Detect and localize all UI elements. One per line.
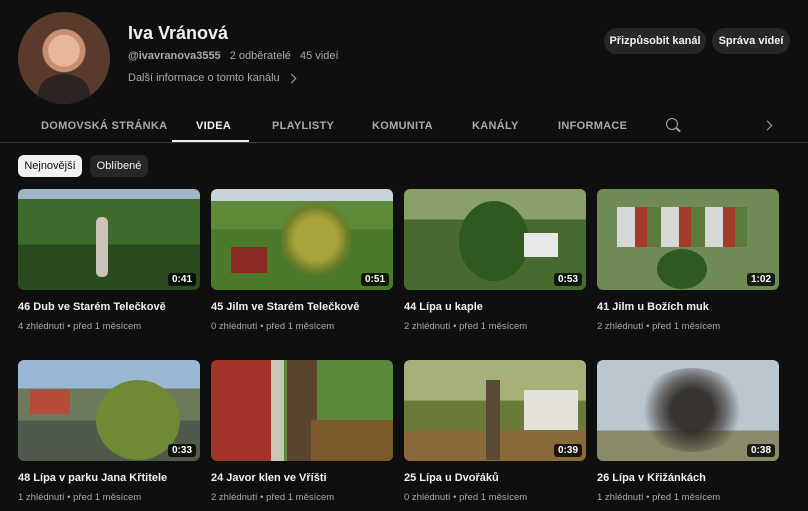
channel-avatar[interactable] — [18, 12, 110, 104]
video-thumbnail[interactable]: 0:44 — [211, 360, 393, 461]
channel-meta: @ivavranova3555 2 odběratelé 45 videí — [128, 50, 345, 62]
tab-home[interactable]: DOMOVSKÁ STRÁNKA — [41, 120, 167, 132]
filter-chip-newest[interactable]: Nejnovější — [18, 155, 82, 177]
video-age: před 1 měsícem — [459, 492, 528, 503]
active-tab-indicator — [172, 140, 249, 142]
video-meta: 1 zhlédnutí • před 1 měsícem — [597, 492, 721, 503]
video-duration: 0:38 — [746, 444, 775, 457]
video-views: 1 zhlédnutí — [18, 492, 65, 503]
video-meta: 0 zhlédnutí • před 1 měsícem — [404, 492, 528, 503]
video-title[interactable]: 44 Lípa u kaple — [404, 301, 586, 313]
video-card[interactable]: 0:33 48 Lípa v parku Jana Křtitele 1 zhl… — [18, 360, 200, 503]
video-age: před 1 měsícem — [266, 321, 335, 332]
subscriber-count: 2 odběratelé — [229, 50, 291, 62]
filter-chip-popular[interactable]: Oblíbené — [90, 155, 148, 177]
video-age: před 1 měsícem — [459, 321, 528, 332]
video-thumbnail[interactable]: 0:39 — [404, 360, 586, 461]
video-age: před 1 měsícem — [73, 492, 142, 503]
video-views: 2 zhlédnutí — [211, 492, 258, 503]
video-duration: 0:53 — [553, 273, 582, 286]
video-thumbnail[interactable]: 0:33 — [18, 360, 200, 461]
video-age: před 1 měsícem — [652, 492, 721, 503]
video-title[interactable]: 45 Jilm ve Starém Telečkově — [211, 301, 393, 313]
customize-channel-button[interactable]: Přizpůsobit kanál — [604, 28, 706, 54]
search-icon[interactable] — [666, 118, 678, 130]
video-title[interactable]: 41 Jilm u Božích muk — [597, 301, 779, 313]
video-thumbnail[interactable]: 0:38 — [597, 360, 779, 461]
video-thumbnail[interactable]: 0:51 — [211, 189, 393, 290]
video-views: 0 zhlédnutí — [404, 492, 451, 503]
video-duration: 0:33 — [167, 444, 196, 457]
video-age: před 1 měsícem — [73, 321, 142, 332]
tab-about[interactable]: INFORMACE — [558, 120, 627, 132]
video-title[interactable]: 48 Lípa v parku Jana Křtitele — [18, 472, 200, 484]
video-thumbnail[interactable]: 0:53 — [404, 189, 586, 290]
video-card[interactable]: 0:51 45 Jilm ve Starém Telečkově 0 zhléd… — [211, 189, 393, 332]
video-age: před 1 měsícem — [652, 321, 721, 332]
video-meta: 0 zhlédnutí • před 1 měsícem — [211, 321, 335, 332]
chevron-right-icon — [286, 73, 297, 83]
video-card[interactable]: 0:44 24 Javor klen ve Vříšti 2 zhlédnutí… — [211, 360, 393, 503]
video-views: 2 zhlédnutí — [597, 321, 644, 332]
video-meta: 1 zhlédnutí • před 1 měsícem — [18, 492, 142, 503]
video-thumbnail[interactable]: 0:41 — [18, 189, 200, 290]
tab-community[interactable]: KOMUNITA — [372, 120, 433, 132]
video-duration: 0:51 — [360, 273, 389, 286]
video-title[interactable]: 25 Lípa u Dvořáků — [404, 472, 586, 484]
video-card[interactable]: 0:53 44 Lípa u kaple 2 zhlédnutí • před … — [404, 189, 586, 332]
video-views: 0 zhlédnutí — [211, 321, 258, 332]
channel-handle: @ivavranova3555 — [128, 50, 221, 62]
video-duration: 1:02 — [746, 273, 775, 286]
video-card[interactable]: 1:02 41 Jilm u Božích muk 2 zhlédnutí • … — [597, 189, 779, 332]
video-duration: 0:41 — [167, 273, 196, 286]
more-info-label: Další informace o tomto kanálu — [128, 72, 280, 84]
video-meta: 2 zhlédnutí • před 1 měsícem — [404, 321, 528, 332]
video-title[interactable]: 24 Javor klen ve Vříšti — [211, 472, 393, 484]
more-info-link[interactable]: Další informace o tomto kanálu — [128, 72, 297, 84]
video-meta: 2 zhlédnutí • před 1 měsícem — [597, 321, 721, 332]
video-title[interactable]: 46 Dub ve Starém Telečkově — [18, 301, 200, 313]
video-count: 45 videí — [299, 50, 339, 62]
video-meta: 2 zhlédnutí • před 1 měsícem — [211, 492, 335, 503]
video-card[interactable]: 0:38 26 Lípa v Křižánkách 1 zhlédnutí • … — [597, 360, 779, 503]
tab-channels[interactable]: KANÁLY — [472, 120, 519, 132]
tab-videos[interactable]: VIDEA — [196, 120, 231, 132]
video-meta: 4 zhlédnutí • před 1 měsícem — [18, 321, 142, 332]
video-duration: 0:39 — [553, 444, 582, 457]
video-age: před 1 měsícem — [266, 492, 335, 503]
video-card[interactable]: 0:39 25 Lípa u Dvořáků 0 zhlédnutí • pře… — [404, 360, 586, 503]
video-thumbnail[interactable]: 1:02 — [597, 189, 779, 290]
video-views: 1 zhlédnutí — [597, 492, 644, 503]
video-views: 2 zhlédnutí — [404, 321, 451, 332]
channel-tabs: DOMOVSKÁ STRÁNKA VIDEA PLAYLISTY KOMUNIT… — [0, 108, 808, 143]
video-card[interactable]: 0:41 46 Dub ve Starém Telečkově 4 zhlédn… — [18, 189, 200, 332]
channel-name: Iva Vránová — [128, 23, 229, 43]
manage-videos-button[interactable]: Správa videí — [712, 28, 790, 54]
video-views: 4 zhlédnutí — [18, 321, 65, 332]
video-duration: 0:44 — [360, 444, 389, 457]
video-title[interactable]: 26 Lípa v Křižánkách — [597, 472, 779, 484]
tab-playlists[interactable]: PLAYLISTY — [272, 120, 334, 132]
